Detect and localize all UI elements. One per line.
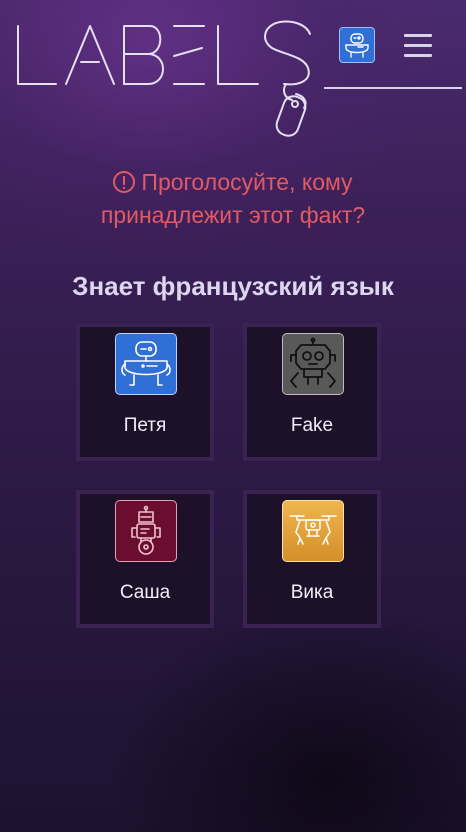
player-card-fake[interactable]: Fake: [243, 323, 381, 461]
alert-circle-icon: [113, 171, 136, 193]
player-avatar: [115, 500, 177, 562]
player-card-petya[interactable]: Петя: [76, 323, 214, 461]
menu-bar: [404, 54, 432, 57]
player-name: Вика: [290, 582, 334, 603]
vote-prompt: Проголосуйте, кому принадлежит этот факт…: [0, 166, 466, 232]
robot-head-icon: [290, 337, 336, 388]
player-name: Fake: [290, 415, 334, 436]
menu-bar: [404, 44, 432, 47]
app-header: [0, 0, 466, 150]
player-avatar: [282, 500, 344, 562]
player-name: Саша: [119, 582, 171, 603]
drone-icon: [289, 515, 337, 545]
hamburger-menu-button[interactable]: [402, 30, 434, 60]
player-card-sasha[interactable]: Саша: [76, 490, 214, 628]
hamburger-menu-icon: [404, 34, 432, 37]
prompt-line-2: принадлежит этот факт?: [100, 202, 366, 228]
fact-text: Знает французский язык: [72, 271, 394, 301]
labels-logo[interactable]: [14, 18, 314, 142]
player-avatar: [115, 333, 177, 395]
player-card-vika[interactable]: Вика: [243, 490, 381, 628]
player-avatar: [282, 333, 344, 395]
user-avatar-button[interactable]: [339, 27, 375, 63]
player-name: Петя: [123, 415, 167, 436]
prompt-line-1: Проголосуйте, кому: [141, 169, 353, 195]
robot-wheel-icon: [131, 505, 161, 555]
robot-icon: [345, 33, 369, 58]
logo-underline: [324, 87, 462, 89]
robot-icon: [121, 341, 171, 386]
